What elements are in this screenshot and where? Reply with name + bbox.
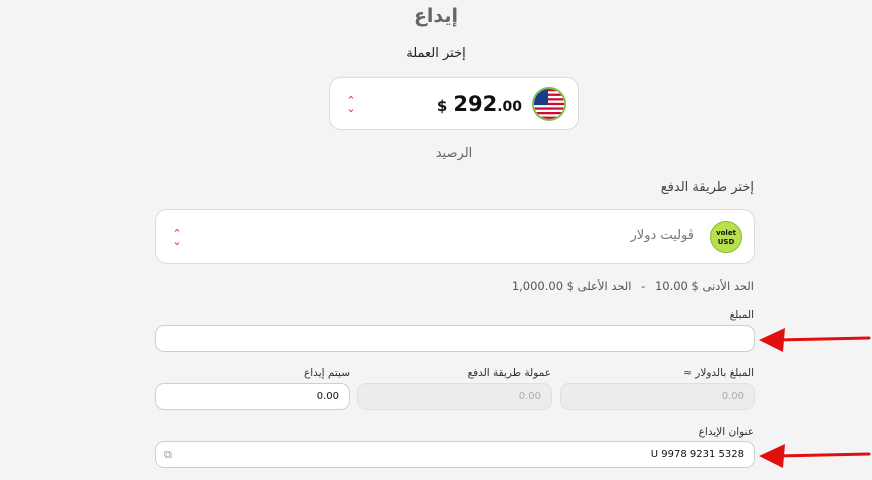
currency-amount: $292.00 <box>437 92 522 116</box>
fee-field: 0.00 <box>357 383 552 410</box>
red-arrow-annotation <box>759 444 871 468</box>
fee-label: عمولة طريقة الدفع <box>467 367 551 379</box>
amount-decimal: .00 <box>497 99 522 115</box>
amount-input[interactable] <box>155 325 755 352</box>
max-label: الحد الأعلى <box>577 279 632 293</box>
amount-label: المبلغ <box>729 309 754 321</box>
balance-label: الرصيد <box>435 146 473 161</box>
deposit-limits: الحد الأدنى 10.00 $ - الحد الأعلى 1,000.… <box>512 279 754 293</box>
max-value: 1,000.00 $ <box>511 279 574 293</box>
page-title: إيداع <box>413 5 459 27</box>
deposit-amount-label: سيتم إيداع <box>304 367 350 379</box>
currency-symbol: $ <box>436 97 448 115</box>
usd-amount-field: 0.00 <box>560 383 755 410</box>
currency-select[interactable]: $292.00 ⌃ ⌄ <box>329 77 579 130</box>
deposit-address-label: عنوان الإيداع <box>698 426 754 438</box>
volet-logo-icon: volet USD <box>710 221 742 253</box>
us-flag-icon <box>532 87 566 121</box>
payment-method-select[interactable]: volet USD ڤوليت دولار ⌃ ⌄ <box>155 209 755 264</box>
payment-method-label: إختر طريقة الدفع <box>660 180 754 195</box>
min-label: الحد الأدنى <box>702 279 754 293</box>
sort-icon[interactable]: ⌃ ⌄ <box>172 228 182 247</box>
deposit-address-value: U 9978 9231 5328 <box>650 449 744 460</box>
sort-icon[interactable]: ⌃ ⌄ <box>346 95 356 114</box>
copy-icon[interactable]: ⧉ <box>164 442 172 467</box>
deposit-address-field[interactable]: U 9978 9231 5328 ⧉ <box>155 441 755 468</box>
red-arrow-annotation <box>759 328 871 352</box>
amount-integer: 292 <box>453 92 498 116</box>
limit-separator: - <box>641 279 646 293</box>
deposit-amount-field: 0.00 <box>155 383 350 410</box>
usd-amount-label: المبلغ بالدولار ≈ <box>683 367 754 379</box>
min-value: 10.00 $ <box>654 279 699 293</box>
currency-select-label: إختر العملة <box>406 46 466 61</box>
payment-method-name: ڤوليت دولار <box>630 228 694 243</box>
